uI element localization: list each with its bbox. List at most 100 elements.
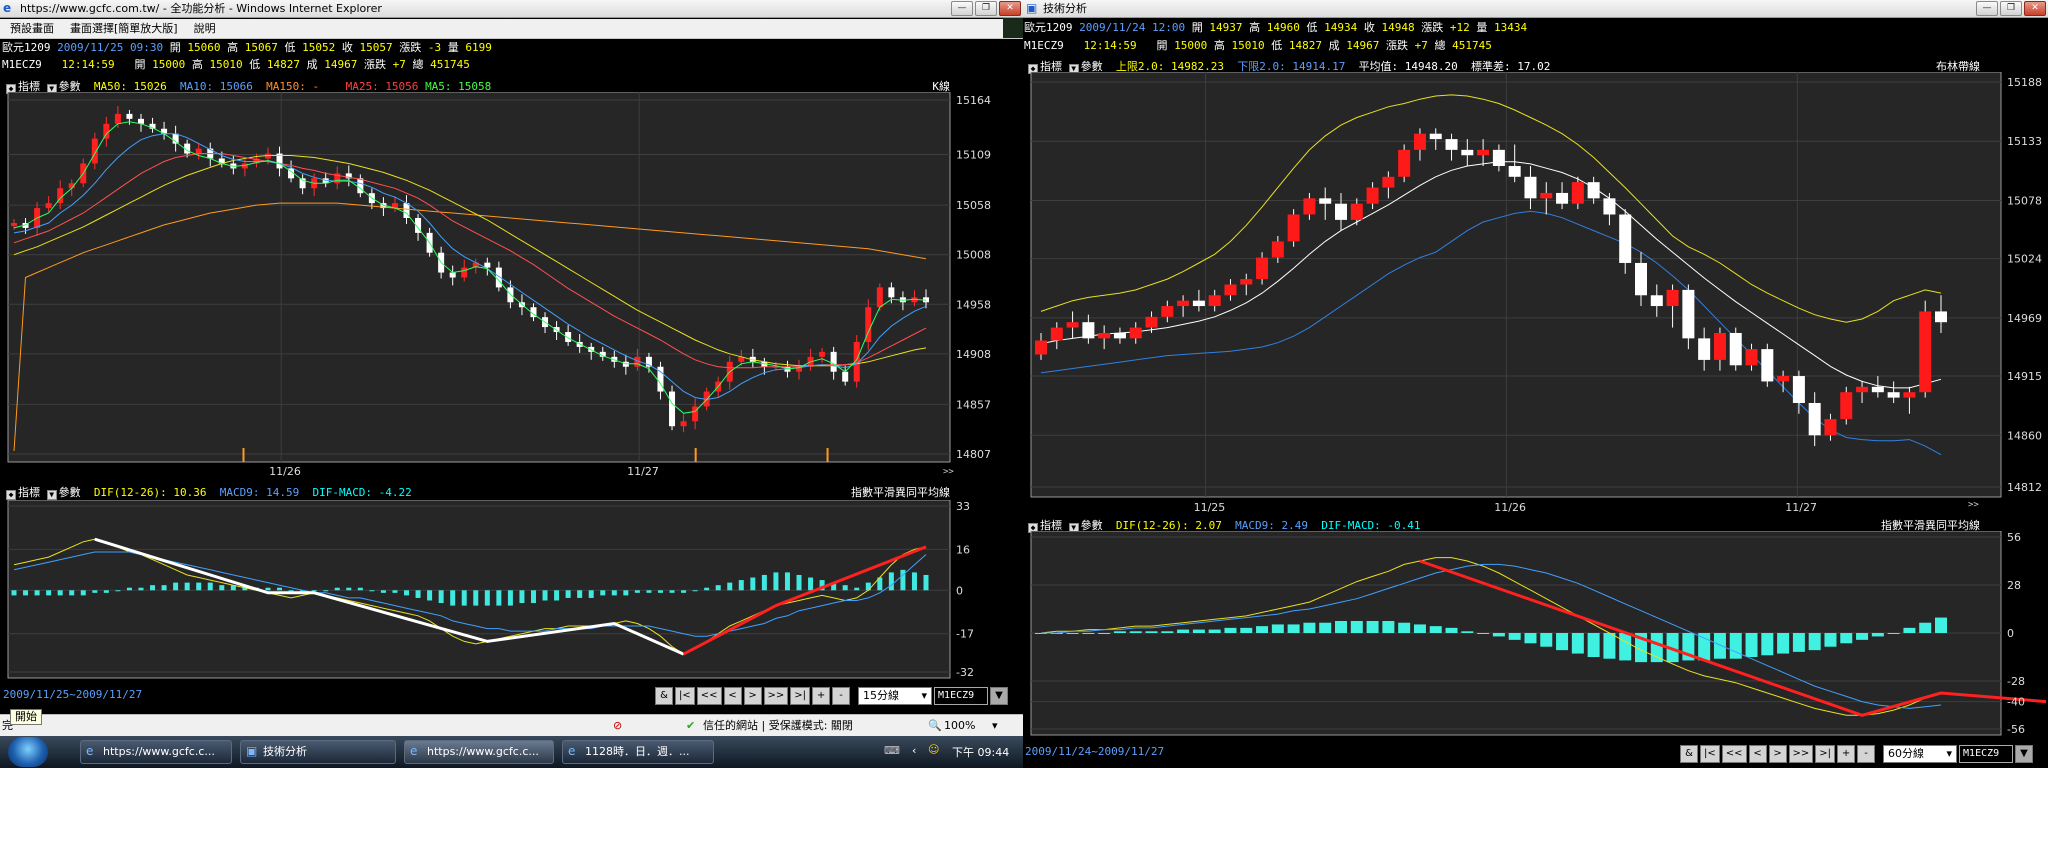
right-candle-body: [1919, 311, 1932, 393]
taskbar-item-gcfc-2[interactable]: e https://www.gcfc.c...: [404, 740, 554, 764]
menu-help[interactable]: 說明: [194, 19, 216, 38]
taskbar-item-tech-analysis[interactable]: ▣ 技術分析: [240, 740, 396, 764]
taskbar-item-1128[interactable]: e 1128時．日．週．...: [562, 740, 714, 764]
ctrl-back-button[interactable]: <: [1748, 745, 1767, 763]
left-macd-osc-bar: [611, 590, 617, 596]
indicator-icon[interactable]: ◆: [6, 490, 16, 500]
ctrl-last-button[interactable]: >|: [790, 687, 811, 705]
left-macd-osc-bar: [808, 577, 814, 591]
left-macd-osc-bar: [692, 590, 698, 592]
left-candle-body: [680, 421, 687, 427]
close-button[interactable]: ✕: [2024, 1, 2046, 16]
zoom-level[interactable]: 100%: [944, 715, 975, 737]
ctrl-forward-button[interactable]: >: [743, 687, 762, 705]
right-macd-osc-bar: [1161, 631, 1174, 633]
zoom-dropdown-icon[interactable]: ▾: [992, 715, 998, 737]
ctrl-amp-button[interactable]: &: [655, 687, 673, 705]
tray-arrow-icon[interactable]: ‹: [912, 744, 916, 757]
right-candle-body: [1413, 133, 1426, 150]
left-macd-osc-bar: [404, 590, 410, 596]
right-candle-body: [1777, 376, 1790, 382]
right-candle-body: [1524, 176, 1537, 199]
right-macd-osc-bar: [1398, 622, 1411, 633]
menu-view-select[interactable]: 畫面選擇[簡單放大版]: [70, 19, 178, 38]
right-candle-body: [1887, 392, 1900, 398]
symbol-input[interactable]: M1ECZ9: [1959, 745, 2014, 763]
right-candle-body: [1098, 332, 1111, 339]
right-candle-body: [1129, 327, 1142, 339]
left-macd-osc-bar: [334, 587, 340, 591]
right-macd-osc-bar: [1840, 633, 1853, 644]
ctrl-zoom-out-button[interactable]: -: [832, 687, 851, 705]
left-macd-osc-bar: [784, 572, 790, 591]
interval-select[interactable]: 60分線 ▾: [1883, 745, 1958, 763]
ctrl-back-button[interactable]: <: [723, 687, 742, 705]
left-more-button[interactable]: >>: [943, 467, 954, 477]
right-candle-body: [1240, 279, 1253, 285]
left-macd-osc-bar: [461, 590, 467, 606]
right-candle-body: [1808, 402, 1821, 436]
right-chart-controls: & |< << < > >> >| + - 60分線 ▾ M1ECZ9 ▼: [1680, 745, 2034, 763]
ctrl-zoom-in-button[interactable]: +: [1837, 745, 1856, 763]
right-candle-body: [1903, 392, 1916, 398]
ctrl-fast-forward-button[interactable]: >>: [1788, 745, 1814, 763]
right-macd-osc-bar: [1335, 621, 1347, 633]
ctrl-fast-back-button[interactable]: <<: [696, 687, 722, 705]
left-macd-osc-bar: [219, 585, 225, 591]
right-macd-osc-bar: [1571, 633, 1584, 654]
left-macd-osc-bar: [311, 590, 317, 592]
privacy-icon[interactable]: ⊘: [613, 715, 622, 737]
left-candle-body: [91, 138, 98, 164]
ctrl-first-button[interactable]: |<: [675, 687, 695, 705]
ctrl-fast-back-button[interactable]: <<: [1721, 745, 1747, 763]
zoom-icon: 🔍: [928, 719, 942, 732]
symbol-input[interactable]: M1ECZ9: [934, 687, 989, 705]
clock-time[interactable]: 下午 09:44: [952, 744, 1009, 760]
keyboard-icon[interactable]: ⌨: [884, 744, 900, 757]
left-menu-bar: 預設畫面 畫面選擇[簡單放大版] 說明: [0, 19, 1023, 39]
left-macd-osc-bar: [623, 590, 629, 596]
minimize-button[interactable]: —: [1976, 1, 1998, 16]
ctrl-zoom-out-button[interactable]: -: [1857, 745, 1876, 763]
left-macd-osc-bar: [265, 587, 271, 591]
menu-default-view[interactable]: 預設畫面: [10, 19, 54, 38]
ctrl-amp-button[interactable]: &: [1680, 745, 1698, 763]
maximize-button[interactable]: ❐: [2000, 1, 2022, 16]
close-button[interactable]: ✕: [999, 1, 1021, 16]
left-macd-osc-bar: [415, 590, 421, 598]
taskbar-item-gcfc-1[interactable]: e https://www.gcfc.c...: [80, 740, 232, 764]
start-button[interactable]: [8, 737, 48, 767]
right-candle-body: [1319, 198, 1332, 204]
right-macd-osc-bar: [1271, 624, 1284, 633]
dropdown-arrow-icon[interactable]: ▼: [2015, 745, 2034, 763]
left-price-x-tick: 11/27: [627, 465, 659, 477]
dropdown-arrow-icon[interactable]: ▼: [990, 687, 1009, 705]
right-macd-osc-bar: [1129, 631, 1142, 633]
right-candle-body: [1792, 376, 1805, 403]
left-macd-osc-bar: [92, 590, 98, 593]
right-macd-osc-bar: [1698, 633, 1711, 661]
right-date-range: 2009/11/24~2009/11/27: [1025, 745, 1165, 758]
ctrl-fast-forward-button[interactable]: >>: [763, 687, 789, 705]
ctrl-forward-button[interactable]: >: [1768, 745, 1787, 763]
right-candle-body: [1271, 241, 1284, 258]
right-candle-body: [1050, 327, 1063, 341]
right-candle-body: [1208, 295, 1221, 307]
ctrl-zoom-in-button[interactable]: +: [812, 687, 831, 705]
right-macd-osc-bar: [1429, 626, 1442, 633]
right-candle-body: [1035, 340, 1047, 355]
right-more-button[interactable]: >>: [1968, 500, 1979, 510]
ctrl-first-button[interactable]: |<: [1700, 745, 1720, 763]
left-date-range: 2009/11/25~2009/11/27: [3, 688, 143, 701]
ctrl-last-button[interactable]: >|: [1815, 745, 1836, 763]
interval-select[interactable]: 15分線 ▾: [858, 687, 933, 705]
minimize-button[interactable]: —: [951, 1, 973, 16]
left-macd-osc-bar: [138, 587, 144, 591]
left-price-x-tick: 11/26: [269, 465, 301, 477]
right-candle-body: [1192, 300, 1205, 307]
maximize-button[interactable]: ❐: [975, 1, 997, 16]
param-icon[interactable]: ▼: [46, 490, 57, 500]
left-macd-osc-bar: [634, 590, 640, 593]
right-macd-osc-bar: [1477, 633, 1490, 634]
tray-smiley-icon[interactable]: ☺: [928, 743, 939, 756]
